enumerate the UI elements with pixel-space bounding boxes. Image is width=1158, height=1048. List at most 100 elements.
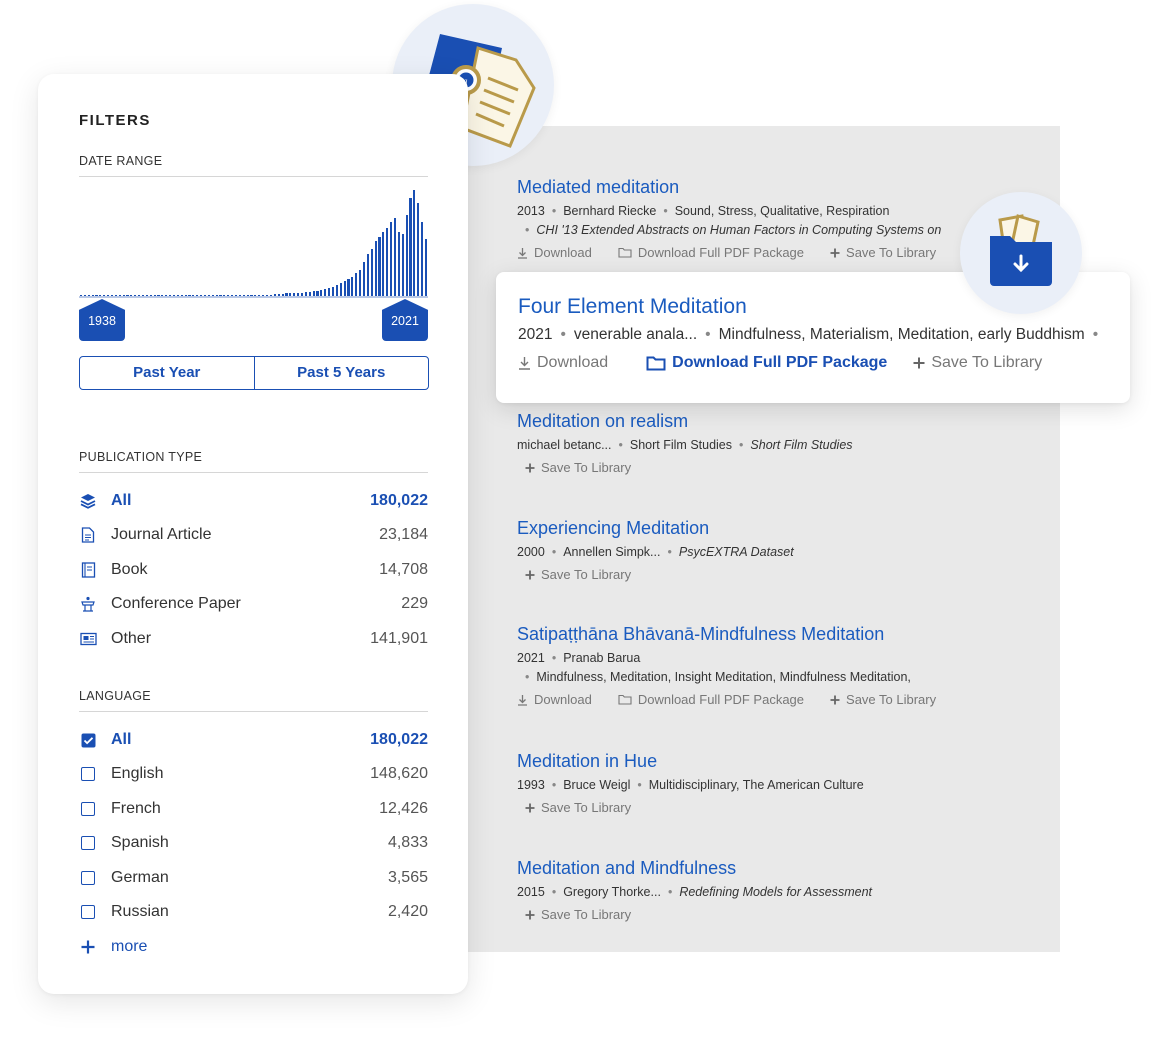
language-item-german[interactable]: German 3,565	[79, 866, 428, 890]
language-item-french[interactable]: French 12,426	[79, 797, 428, 821]
download-button[interactable]: Download	[517, 692, 592, 707]
download-pdf-package-button[interactable]: Download Full PDF Package	[618, 245, 804, 260]
checkbox[interactable]	[81, 836, 95, 850]
histogram-bar	[351, 277, 354, 296]
plus-icon	[525, 463, 535, 472]
histogram-bar	[401, 233, 404, 296]
result-meta: michael betanc... • Short Film Studies • Sho…	[517, 438, 853, 452]
result-year: 2021	[518, 326, 553, 343]
checkbox[interactable]	[81, 905, 95, 919]
plus-icon	[525, 570, 535, 579]
language-count: 4,833	[387, 834, 428, 851]
save-to-library-button[interactable]: Save To Library	[913, 354, 1042, 372]
result-meta: 1993 • Bruce Weigl • Multidisciplinary, The …	[517, 778, 864, 792]
language-item-russian[interactable]: Russian 2,420	[79, 900, 428, 924]
date-range-end-handle[interactable]: 2021	[382, 299, 428, 341]
result-title[interactable]: Mediated meditation	[517, 176, 1037, 198]
checkbox-checked[interactable]	[79, 731, 97, 749]
result-keywords: Short Film Studies	[629, 438, 733, 452]
result-actions: Download Download Full PDF Package Save …	[518, 354, 1130, 372]
histogram-bar	[331, 286, 335, 296]
pubtype-item-all[interactable]: All 180,022	[79, 489, 428, 513]
plus-icon	[525, 910, 535, 919]
plus-icon	[913, 357, 925, 369]
result-title[interactable]: Meditation on realism	[517, 410, 1037, 432]
download-icon	[518, 694, 527, 706]
language-count: 180,022	[370, 731, 428, 748]
checkbox[interactable]	[81, 802, 95, 816]
pubtype-item-conference-paper[interactable]: Conference Paper 229	[79, 592, 428, 616]
histogram-bar	[366, 254, 369, 296]
result-meta: 2015 • Gregory Thorke... • Redefining Models…	[517, 885, 873, 899]
result-venue: Redefining Models for Assessment	[679, 885, 873, 899]
date-range-start-handle[interactable]: 1938	[79, 299, 125, 341]
save-to-library-button[interactable]: Save To Library	[525, 567, 631, 582]
result-meta: 2021 • Pranab Barua	[517, 651, 641, 665]
pubtype-label: Conference Paper	[111, 595, 241, 612]
result-author[interactable]: Pranab Barua	[563, 651, 640, 665]
pubtype-item-journal-article[interactable]: Journal Article 23,184	[79, 523, 428, 547]
result-author[interactable]: venerable anala...	[574, 326, 697, 343]
result-author[interactable]: Bruce Weigl	[563, 778, 630, 792]
save-to-library-button[interactable]: Save To Library	[525, 907, 631, 922]
result-author[interactable]: Gregory Thorke...	[563, 885, 661, 899]
download-button[interactable]: Download	[517, 245, 592, 260]
histogram-bar	[417, 203, 420, 296]
checkbox[interactable]	[81, 767, 95, 781]
result-title[interactable]: Satipaṭṭhāna Bhāvanā-Mindfulness Meditat…	[517, 623, 1037, 645]
checkbox[interactable]	[81, 871, 95, 885]
histogram-bar	[370, 248, 373, 296]
download-pdf-package-button[interactable]: Download Full PDF Package	[618, 692, 804, 707]
download-pdf-label: Download Full PDF Package	[637, 245, 805, 260]
histogram-bar	[393, 218, 397, 296]
language-item-all[interactable]: All 180,022	[79, 728, 428, 752]
language-item-spanish[interactable]: Spanish 4,833	[79, 831, 428, 855]
save-to-library-button[interactable]: Save To Library	[525, 460, 631, 475]
download-pdf-package-button[interactable]: Download Full PDF Package	[646, 354, 887, 372]
histogram-bar	[339, 282, 342, 296]
publication-type-heading: PUBLICATION TYPE	[79, 450, 428, 473]
result-venue-text: CHI '13 Extended Abstracts on Human Fact…	[536, 223, 942, 237]
save-to-library-button[interactable]: Save To Library	[525, 800, 631, 815]
download-button[interactable]: Download	[518, 354, 608, 372]
pubtype-label: Journal Article	[111, 526, 212, 543]
save-to-library-button[interactable]: Save To Library	[830, 245, 936, 260]
save-to-library-button[interactable]: Save To Library	[830, 692, 936, 707]
podium-icon	[79, 595, 97, 613]
result-actions: Save To Library	[517, 567, 1037, 582]
date-range-track[interactable]	[79, 296, 428, 298]
download-package-badge	[960, 192, 1082, 314]
result-title[interactable]: Experiencing Meditation	[517, 517, 1037, 539]
histogram-bar	[405, 214, 408, 296]
histogram-bar	[347, 278, 350, 296]
save-label: Save To Library	[846, 692, 937, 707]
histogram-bar	[390, 222, 393, 296]
save-label: Save To Library	[541, 800, 632, 815]
language-label: German	[111, 869, 169, 886]
book-icon	[79, 561, 97, 579]
past-5-years-button[interactable]: Past 5 Years	[253, 357, 429, 389]
pubtype-label: Other	[111, 630, 152, 647]
histogram-bar	[362, 261, 366, 296]
language-more-button[interactable]: more	[79, 935, 428, 959]
result-title[interactable]: Meditation and Mindfulness	[517, 857, 1037, 879]
language-item-english[interactable]: English 148,620	[79, 762, 428, 786]
result-title[interactable]: Meditation in Hue	[517, 750, 1037, 772]
past-year-button[interactable]: Past Year	[80, 357, 254, 389]
pubtype-item-book[interactable]: Book 14,708	[79, 558, 428, 582]
result-author[interactable]: Bernhard Riecke	[563, 204, 656, 218]
filters-panel: FILTERS DATE RANGE 1938 2021 Past Year P…	[38, 74, 468, 994]
pubtype-item-other[interactable]: Other 141,901	[79, 627, 428, 651]
pubtype-count: 180,022	[370, 492, 428, 509]
result-item: Satipaṭṭhāna Bhāvanā-Mindfulness Meditat…	[517, 623, 1037, 707]
result-keywords: Multidisciplinary, The American Culture	[648, 778, 864, 792]
result-author[interactable]: michael betanc...	[517, 438, 612, 452]
pubtype-count: 141,901	[370, 630, 428, 647]
result-author[interactable]: Annellen Simpk...	[563, 545, 660, 559]
download-label: Download	[534, 692, 592, 707]
result-item: Meditation and Mindfulness 2015 • Gregory …	[517, 857, 1037, 922]
language-count: 148,620	[370, 765, 428, 782]
document-icon	[79, 526, 97, 544]
more-label: more	[111, 938, 148, 955]
result-meta: 2021 • venerable anala... • Mindfulness, Mat…	[518, 326, 1099, 343]
